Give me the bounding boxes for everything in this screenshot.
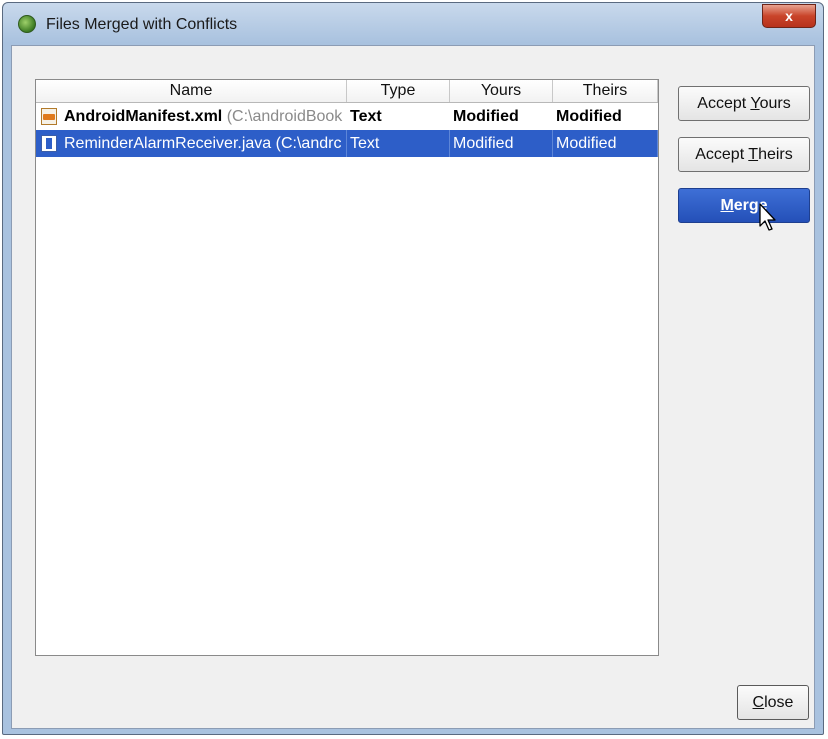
- column-header-name[interactable]: Name: [36, 80, 347, 102]
- title-bar[interactable]: Files Merged with Conflicts x: [3, 3, 823, 45]
- mnemonic-letter: M: [720, 197, 734, 214]
- dialog-content: Name Type Yours Theirs AndroidManifest.x…: [11, 45, 815, 729]
- dialog-title: Files Merged with Conflicts: [46, 16, 238, 33]
- button-label: Accept: [695, 146, 749, 163]
- type-cell: Text: [347, 130, 450, 157]
- button-label: Accept: [697, 95, 751, 112]
- type-cell: Text: [350, 108, 382, 125]
- table-row-selected[interactable]: ReminderAlarmReceiver.java (C:\andrc Tex…: [36, 130, 658, 157]
- mnemonic-letter: C: [752, 694, 765, 711]
- close-button[interactable]: Close: [737, 685, 809, 720]
- mnemonic-letter: Y: [750, 95, 760, 112]
- theirs-cell: Modified: [556, 108, 622, 125]
- button-label-rest: ours: [759, 95, 791, 112]
- button-label-rest: lose: [764, 694, 794, 711]
- file-name-cell: ReminderAlarmReceiver.java (C:\andrc: [36, 130, 347, 157]
- column-header-yours[interactable]: Yours: [450, 80, 553, 102]
- mnemonic-letter: T: [748, 146, 759, 163]
- java-file-icon: [41, 135, 57, 152]
- file-name: AndroidManifest.xml: [64, 108, 223, 125]
- button-label-rest: heirs: [758, 146, 793, 163]
- yours-cell: Modified: [450, 130, 553, 157]
- file-name: ReminderAlarmReceiver.java: [64, 135, 272, 152]
- yours-cell: Modified: [453, 108, 519, 125]
- table-row[interactable]: AndroidManifest.xml (C:\androidBook Text…: [36, 103, 658, 130]
- mouse-pointer-icon: [759, 203, 776, 231]
- table-header: Name Type Yours Theirs: [36, 80, 658, 103]
- accept-yours-button[interactable]: Accept Yours: [678, 86, 810, 121]
- xml-file-icon: [41, 108, 57, 125]
- column-header-theirs[interactable]: Theirs: [553, 80, 658, 102]
- file-path: (C:\andrc: [275, 135, 342, 152]
- theirs-cell: Modified: [553, 130, 658, 157]
- accept-theirs-button[interactable]: Accept Theirs: [678, 137, 810, 172]
- dialog-window: Files Merged with Conflicts x Name Type …: [2, 2, 824, 735]
- android-studio-icon: [18, 15, 36, 33]
- column-header-type[interactable]: Type: [347, 80, 450, 102]
- conflict-files-table[interactable]: Name Type Yours Theirs AndroidManifest.x…: [35, 79, 659, 656]
- window-close-button[interactable]: x: [762, 4, 816, 28]
- merge-button[interactable]: Merge: [678, 188, 810, 223]
- file-name-cell: AndroidManifest.xml (C:\androidBook: [36, 103, 347, 130]
- file-path: (C:\androidBook: [226, 108, 343, 125]
